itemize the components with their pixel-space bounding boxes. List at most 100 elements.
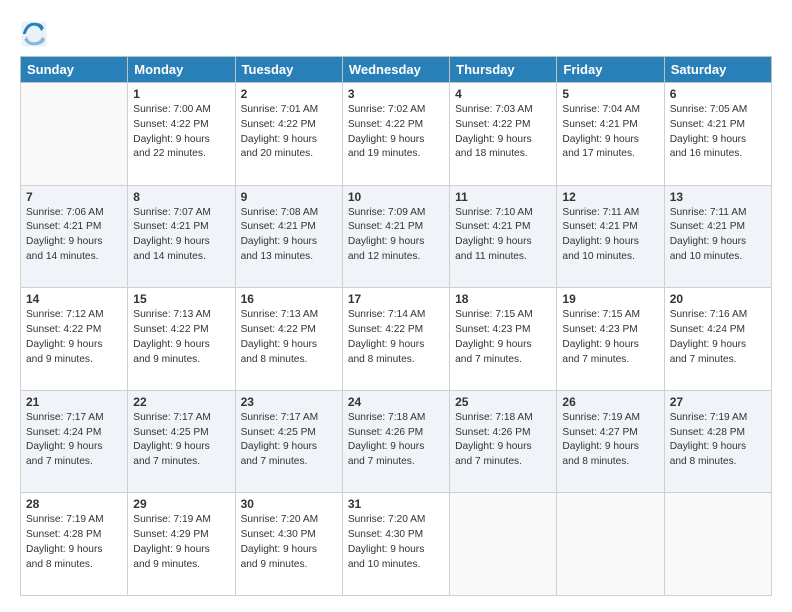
- calendar-cell: 18 Sunrise: 7:15 AMSunset: 4:23 PMDayligh…: [450, 288, 557, 391]
- day-info: Sunrise: 7:13 AMSunset: 4:22 PMDaylight:…: [133, 308, 229, 367]
- calendar-cell: 4 Sunrise: 7:03 AMSunset: 4:22 PMDaylight…: [450, 83, 557, 186]
- calendar-cell: [664, 493, 771, 596]
- day-number: 18: [455, 292, 551, 306]
- calendar-cell: 14 Sunrise: 7:12 AMSunset: 4:22 PMDayligh…: [21, 288, 128, 391]
- calendar-cell: 19 Sunrise: 7:15 AMSunset: 4:23 PMDayligh…: [557, 288, 664, 391]
- day-number: 24: [348, 395, 444, 409]
- day-number: 14: [26, 292, 122, 306]
- day-info: Sunrise: 7:15 AMSunset: 4:23 PMDaylight:…: [562, 308, 658, 367]
- logo: [20, 20, 52, 48]
- calendar-cell: 16 Sunrise: 7:13 AMSunset: 4:22 PMDayligh…: [235, 288, 342, 391]
- calendar-header-saturday: Saturday: [664, 57, 771, 83]
- day-number: 21: [26, 395, 122, 409]
- day-number: 4: [455, 87, 551, 101]
- calendar-header-friday: Friday: [557, 57, 664, 83]
- day-info: Sunrise: 7:17 AMSunset: 4:25 PMDaylight:…: [241, 411, 337, 470]
- calendar-cell: 3 Sunrise: 7:02 AMSunset: 4:22 PMDaylight…: [342, 83, 449, 186]
- day-info: Sunrise: 7:06 AMSunset: 4:21 PMDaylight:…: [26, 206, 122, 265]
- calendar-cell: 10 Sunrise: 7:09 AMSunset: 4:21 PMDayligh…: [342, 185, 449, 288]
- day-info: Sunrise: 7:10 AMSunset: 4:21 PMDaylight:…: [455, 206, 551, 265]
- day-info: Sunrise: 7:11 AMSunset: 4:21 PMDaylight:…: [670, 206, 766, 265]
- calendar-week-row: 7 Sunrise: 7:06 AMSunset: 4:21 PMDaylight…: [21, 185, 772, 288]
- calendar-cell: 2 Sunrise: 7:01 AMSunset: 4:22 PMDaylight…: [235, 83, 342, 186]
- day-number: 2: [241, 87, 337, 101]
- header: [20, 16, 772, 48]
- day-info: Sunrise: 7:17 AMSunset: 4:24 PMDaylight:…: [26, 411, 122, 470]
- calendar-cell: 25 Sunrise: 7:18 AMSunset: 4:26 PMDayligh…: [450, 390, 557, 493]
- day-number: 15: [133, 292, 229, 306]
- calendar-header-row: SundayMondayTuesdayWednesdayThursdayFrid…: [21, 57, 772, 83]
- day-number: 10: [348, 190, 444, 204]
- calendar-cell: 7 Sunrise: 7:06 AMSunset: 4:21 PMDaylight…: [21, 185, 128, 288]
- day-info: Sunrise: 7:15 AMSunset: 4:23 PMDaylight:…: [455, 308, 551, 367]
- day-number: 7: [26, 190, 122, 204]
- day-info: Sunrise: 7:19 AMSunset: 4:29 PMDaylight:…: [133, 513, 229, 572]
- day-number: 9: [241, 190, 337, 204]
- day-info: Sunrise: 7:03 AMSunset: 4:22 PMDaylight:…: [455, 103, 551, 162]
- day-info: Sunrise: 7:09 AMSunset: 4:21 PMDaylight:…: [348, 206, 444, 265]
- day-number: 12: [562, 190, 658, 204]
- day-number: 27: [670, 395, 766, 409]
- day-info: Sunrise: 7:01 AMSunset: 4:22 PMDaylight:…: [241, 103, 337, 162]
- calendar-week-row: 28Sunrise: 7:19 AMSunset: 4:28 PMDayligh…: [21, 493, 772, 596]
- calendar-cell: [450, 493, 557, 596]
- calendar-cell: 24 Sunrise: 7:18 AMSunset: 4:26 PMDayligh…: [342, 390, 449, 493]
- calendar-table: SundayMondayTuesdayWednesdayThursdayFrid…: [20, 56, 772, 596]
- calendar-cell: 5Sunrise: 7:04 AMSunset: 4:21 PMDaylight…: [557, 83, 664, 186]
- day-info: Sunrise: 7:13 AMSunset: 4:22 PMDaylight:…: [241, 308, 337, 367]
- day-number: 5: [562, 87, 658, 101]
- day-number: 19: [562, 292, 658, 306]
- calendar-cell: 29 Sunrise: 7:19 AMSunset: 4:29 PMDayligh…: [128, 493, 235, 596]
- day-info: Sunrise: 7:14 AMSunset: 4:22 PMDaylight:…: [348, 308, 444, 367]
- calendar-cell: 8Sunrise: 7:07 AMSunset: 4:21 PMDaylight…: [128, 185, 235, 288]
- day-number: 31: [348, 497, 444, 511]
- day-number: 3: [348, 87, 444, 101]
- day-number: 17: [348, 292, 444, 306]
- logo-icon: [20, 20, 48, 48]
- day-number: 20: [670, 292, 766, 306]
- calendar-week-row: 14 Sunrise: 7:12 AMSunset: 4:22 PMDayligh…: [21, 288, 772, 391]
- day-info: Sunrise: 7:20 AMSunset: 4:30 PMDaylight:…: [348, 513, 444, 572]
- day-number: 13: [670, 190, 766, 204]
- calendar-header-tuesday: Tuesday: [235, 57, 342, 83]
- calendar-header-monday: Monday: [128, 57, 235, 83]
- calendar-cell: 15 Sunrise: 7:13 AMSunset: 4:22 PMDayligh…: [128, 288, 235, 391]
- calendar-cell: 27Sunrise: 7:19 AMSunset: 4:28 PMDayligh…: [664, 390, 771, 493]
- day-info: Sunrise: 7:16 AMSunset: 4:24 PMDaylight:…: [670, 308, 766, 367]
- calendar-cell: 28Sunrise: 7:19 AMSunset: 4:28 PMDayligh…: [21, 493, 128, 596]
- day-info: Sunrise: 7:08 AMSunset: 4:21 PMDaylight:…: [241, 206, 337, 265]
- day-info: Sunrise: 7:18 AMSunset: 4:26 PMDaylight:…: [348, 411, 444, 470]
- calendar-cell: 13 Sunrise: 7:11 AMSunset: 4:21 PMDayligh…: [664, 185, 771, 288]
- calendar-cell: [557, 493, 664, 596]
- day-info: Sunrise: 7:19 AMSunset: 4:28 PMDaylight:…: [26, 513, 122, 572]
- day-info: Sunrise: 7:02 AMSunset: 4:22 PMDaylight:…: [348, 103, 444, 162]
- day-info: Sunrise: 7:20 AMSunset: 4:30 PMDaylight:…: [241, 513, 337, 572]
- calendar-cell: [21, 83, 128, 186]
- day-info: Sunrise: 7:11 AMSunset: 4:21 PMDaylight:…: [562, 206, 658, 265]
- day-number: 25: [455, 395, 551, 409]
- day-number: 29: [133, 497, 229, 511]
- calendar-cell: 21 Sunrise: 7:17 AMSunset: 4:24 PMDayligh…: [21, 390, 128, 493]
- day-number: 23: [241, 395, 337, 409]
- day-number: 16: [241, 292, 337, 306]
- day-number: 6: [670, 87, 766, 101]
- day-info: Sunrise: 7:17 AMSunset: 4:25 PMDaylight:…: [133, 411, 229, 470]
- day-info: Sunrise: 7:12 AMSunset: 4:22 PMDaylight:…: [26, 308, 122, 367]
- calendar-cell: 20 Sunrise: 7:16 AMSunset: 4:24 PMDayligh…: [664, 288, 771, 391]
- calendar-header-thursday: Thursday: [450, 57, 557, 83]
- day-number: 30: [241, 497, 337, 511]
- day-number: 26: [562, 395, 658, 409]
- calendar-header-sunday: Sunday: [21, 57, 128, 83]
- page: SundayMondayTuesdayWednesdayThursdayFrid…: [0, 0, 792, 612]
- day-info: Sunrise: 7:18 AMSunset: 4:26 PMDaylight:…: [455, 411, 551, 470]
- day-info: Sunrise: 7:07 AMSunset: 4:21 PMDaylight:…: [133, 206, 229, 265]
- calendar-header-wednesday: Wednesday: [342, 57, 449, 83]
- calendar-week-row: 1Sunrise: 7:00 AMSunset: 4:22 PMDaylight…: [21, 83, 772, 186]
- day-info: Sunrise: 7:05 AMSunset: 4:21 PMDaylight:…: [670, 103, 766, 162]
- day-number: 11: [455, 190, 551, 204]
- calendar-cell: 26Sunrise: 7:19 AMSunset: 4:27 PMDayligh…: [557, 390, 664, 493]
- day-number: 22: [133, 395, 229, 409]
- calendar-cell: 12 Sunrise: 7:11 AMSunset: 4:21 PMDayligh…: [557, 185, 664, 288]
- calendar-cell: 9 Sunrise: 7:08 AMSunset: 4:21 PMDaylight…: [235, 185, 342, 288]
- calendar-cell: 11 Sunrise: 7:10 AMSunset: 4:21 PMDayligh…: [450, 185, 557, 288]
